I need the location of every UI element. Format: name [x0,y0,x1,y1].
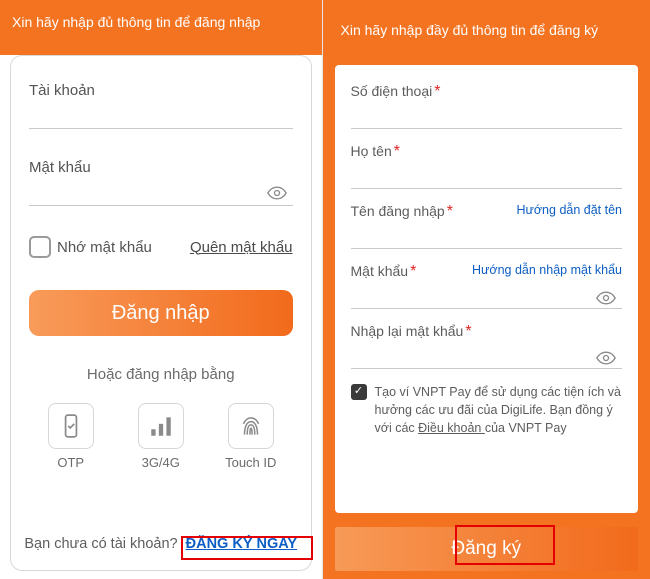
username-label: Tài khoản [29,82,293,99]
password-hint-link[interactable]: Hướng dẫn nhập mật khẩu [472,263,622,277]
terms-link[interactable]: Điều khoản [418,421,485,435]
alt-login-otp[interactable]: OTP [36,403,106,470]
fingerprint-icon [228,403,274,449]
username-hint-link[interactable]: Hướng dẫn đặt tên [516,203,622,217]
phone-input[interactable] [351,101,623,129]
fullname-label: Họ tên [351,143,392,159]
username-field: Tài khoản [29,82,293,129]
checkbox-icon [29,236,51,258]
consent-part-b: của VNPT Pay [485,421,567,435]
eye-icon[interactable] [596,351,616,365]
required-mark: * [447,203,453,220]
phone-field: Số điện thoại* [351,83,623,129]
alt-label-touch: Touch ID [225,455,276,470]
required-mark: * [465,323,471,340]
confirm-password-label: Nhập lại mật khẩu [351,323,464,339]
eye-icon[interactable] [267,186,287,200]
password-field: Mật khẩu [29,159,293,206]
signup-pane: Xin hãy nhập đầy đủ thông tin để đăng ký… [323,0,650,579]
remember-label: Nhớ mật khẩu [57,239,152,256]
alt-login-touch[interactable]: Touch ID [216,403,286,470]
required-mark: * [434,83,440,100]
confirm-password-input[interactable] [351,341,623,369]
signup-button-wrap: Đăng ký [335,527,639,571]
required-mark: * [410,263,416,280]
footer-plain-text: Bạn chưa có tài khoản? [24,536,177,552]
alt-login-heading: Hoặc đăng nhập bằng [29,366,293,383]
checkmark-icon: ✓ [351,384,367,400]
password-input[interactable] [29,176,293,206]
fullname-field: Họ tên* [351,143,623,189]
consent-row[interactable]: ✓ Tạo ví VNPT Pay để sử dụng các tiện íc… [351,383,623,437]
required-mark: * [394,143,400,160]
phone-label: Số điện thoại [351,83,433,99]
eye-icon[interactable] [596,291,616,305]
signup-password-label: Mật khẩu [351,263,409,279]
login-button[interactable]: Đăng nhập [29,290,293,336]
login-heading: Xin hãy nhập đủ thông tin để đăng nhập [0,0,322,55]
signal-icon [138,403,184,449]
login-card: Tài khoản Mật khẩu Nhớ mật khẩu Quên mật… [10,55,312,571]
fullname-input[interactable] [351,161,623,189]
signup-heading: Xin hãy nhập đầy đủ thông tin để đăng ký [323,0,650,60]
forgot-password-link[interactable]: Quên mật khẩu [190,239,293,256]
signup-password-input[interactable] [351,281,623,309]
phone-otp-icon [48,403,94,449]
signup-password-field: Mật khẩu* Hướng dẫn nhập mật khẩu [351,263,623,309]
username-input[interactable] [29,99,293,129]
signup-username-input[interactable] [351,221,623,249]
confirm-password-field: Nhập lại mật khẩu* [351,323,623,369]
alt-label-otp: OTP [57,455,84,470]
alt-login-sim[interactable]: 3G/4G [126,403,196,470]
login-pane: Xin hãy nhập đủ thông tin để đăng nhập T… [0,0,322,579]
signup-now-link[interactable]: ĐĂNG KÝ NGAY [186,536,297,552]
password-label: Mật khẩu [29,159,293,176]
remember-row: Nhớ mật khẩu Quên mật khẩu [29,236,293,258]
signup-username-field: Tên đăng nhập* Hướng dẫn đặt tên [351,203,623,249]
remember-checkbox[interactable]: Nhớ mật khẩu [29,236,152,258]
signup-button[interactable]: Đăng ký [335,527,639,571]
signup-username-label: Tên đăng nhập [351,203,445,219]
alt-label-sim: 3G/4G [142,455,180,470]
login-footer: Bạn chưa có tài khoản? ĐĂNG KÝ NGAY [11,536,311,552]
alt-login-row: OTP 3G/4G Touch ID [29,403,293,470]
consent-text: Tạo ví VNPT Pay để sử dụng các tiện ích … [375,383,623,437]
signup-card: Số điện thoại* Họ tên* Tên đăng nhập* Hư… [335,65,639,513]
